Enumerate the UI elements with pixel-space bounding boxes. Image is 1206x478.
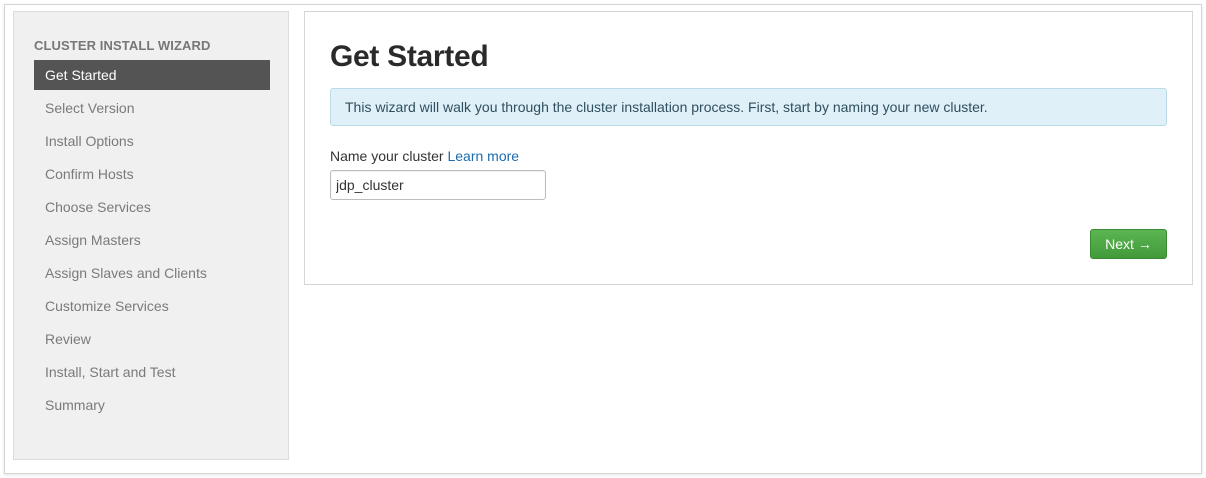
wizard-sidebar: CLUSTER INSTALL WIZARD Get Started Selec… [13, 11, 289, 460]
sidebar-item-install-options[interactable]: Install Options [34, 126, 270, 156]
cluster-name-input[interactable] [330, 170, 546, 200]
learn-more-link[interactable]: Learn more [447, 148, 519, 164]
sidebar-item-summary[interactable]: Summary [34, 390, 270, 420]
sidebar-item-assign-slaves-and-clients[interactable]: Assign Slaves and Clients [34, 258, 270, 288]
sidebar-item-install-start-and-test[interactable]: Install, Start and Test [34, 357, 270, 387]
wizard-content-panel: Get Started This wizard will walk you th… [304, 11, 1193, 285]
arrow-right-icon: → [1137, 236, 1152, 252]
cluster-name-label: Name your cluster Learn more [330, 148, 519, 164]
sidebar-item-customize-services[interactable]: Customize Services [34, 291, 270, 321]
sidebar-heading: CLUSTER INSTALL WIZARD [34, 38, 211, 53]
page-title: Get Started [330, 40, 489, 73]
wizard-step-list: Get Started Select Version Install Optio… [34, 60, 270, 423]
cluster-name-label-text: Name your cluster [330, 148, 444, 164]
sidebar-item-select-version[interactable]: Select Version [34, 93, 270, 123]
next-button[interactable]: Next → [1090, 229, 1167, 259]
sidebar-item-assign-masters[interactable]: Assign Masters [34, 225, 270, 255]
sidebar-item-get-started[interactable]: Get Started [34, 60, 270, 90]
sidebar-item-choose-services[interactable]: Choose Services [34, 192, 270, 222]
info-alert: This wizard will walk you through the cl… [330, 88, 1167, 126]
sidebar-item-confirm-hosts[interactable]: Confirm Hosts [34, 159, 270, 189]
sidebar-item-review[interactable]: Review [34, 324, 270, 354]
next-button-label: Next [1105, 236, 1134, 252]
